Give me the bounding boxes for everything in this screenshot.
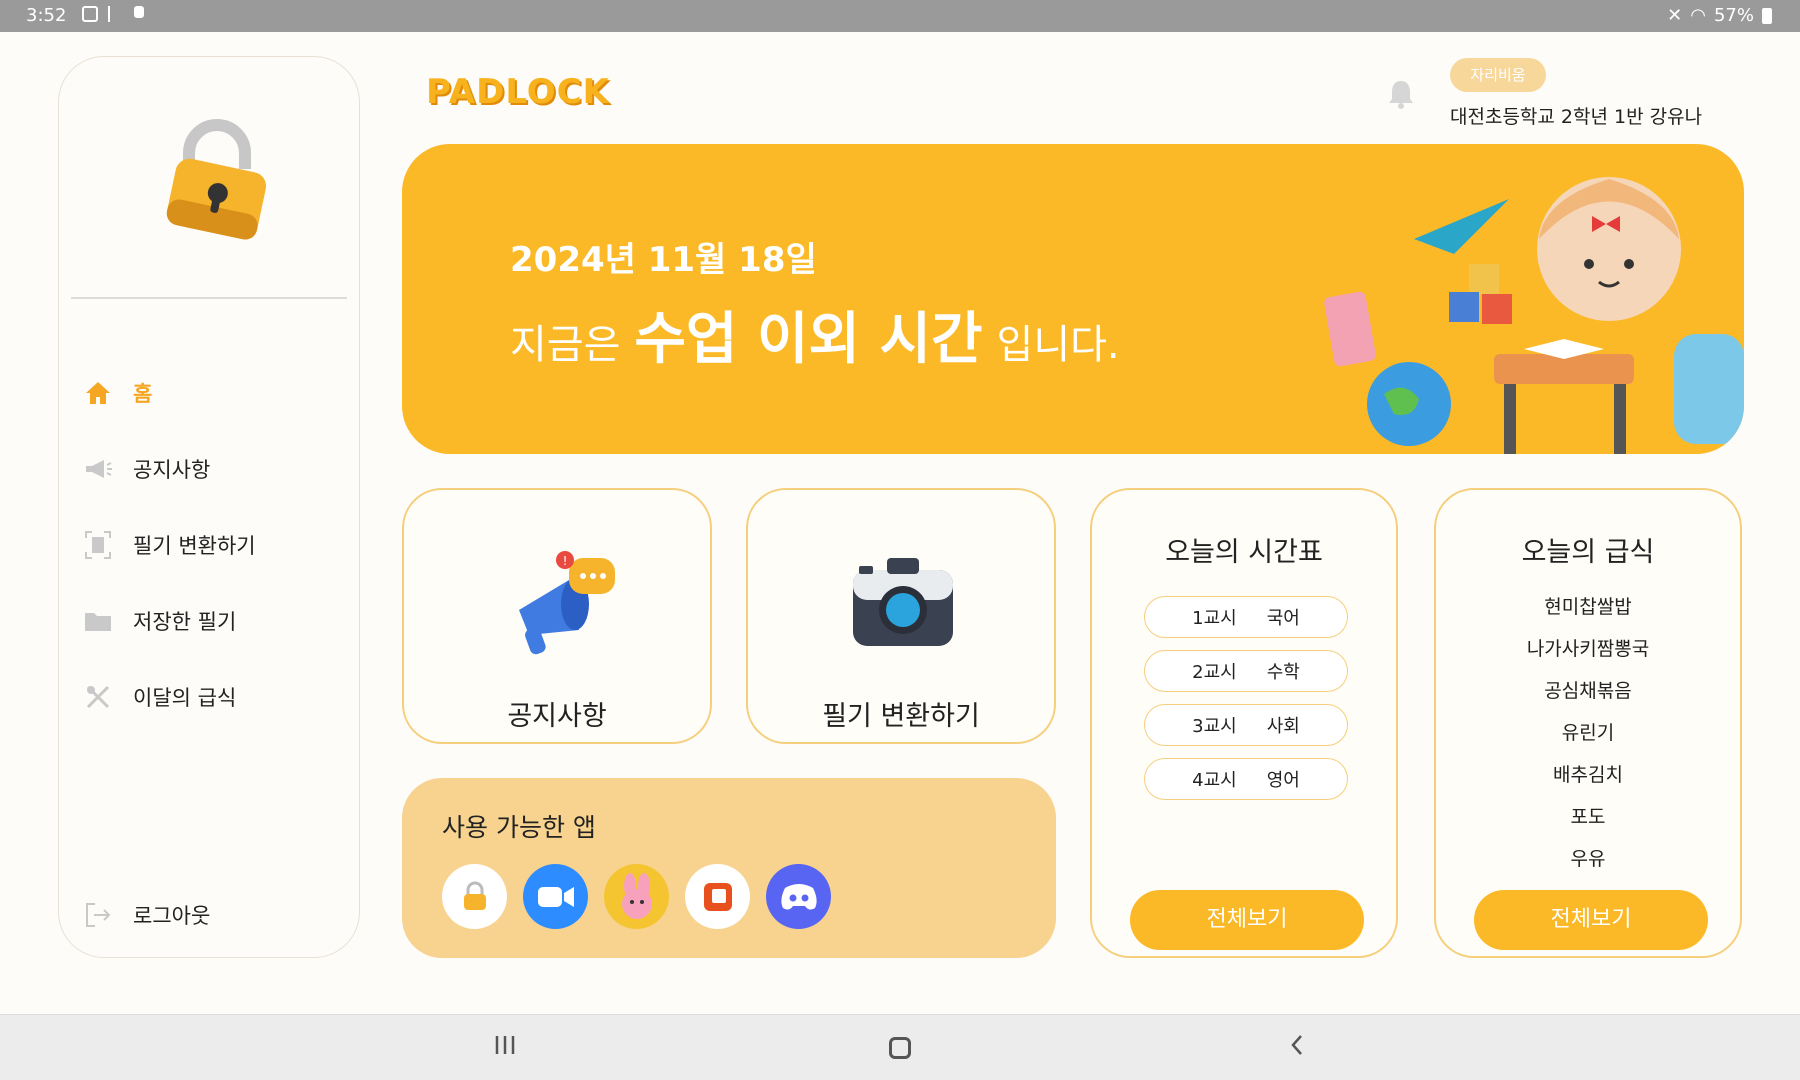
recent-apps-icon xyxy=(495,1036,515,1054)
timetable-card: 오늘의 시간표 1교시 국어 2교시 수학 3교시 사회 4교시 영어 전체보기 xyxy=(1090,488,1398,958)
play-icon xyxy=(108,6,124,22)
timetable-period: 2교시 xyxy=(1192,662,1237,683)
notice-card[interactable]: ! 공지사항 xyxy=(402,488,712,744)
back-nav-button[interactable] xyxy=(1277,1033,1317,1063)
logout-icon xyxy=(83,900,113,930)
available-apps-panel: 사용 가능한 앱 xyxy=(402,778,1056,958)
status-banner: 2024년 11월 18일 지금은 수업 이외 시간 입니다. xyxy=(402,144,1744,454)
timetable-row: 2교시 수학 xyxy=(1144,650,1348,692)
padlock-app-icon[interactable] xyxy=(442,864,507,929)
battery-text: 57% xyxy=(1713,5,1754,26)
meal-item: 유린기 xyxy=(1561,722,1615,744)
banner-suffix: 입니다. xyxy=(996,322,1120,368)
sidebar-item-convert[interactable]: 필기 변환하기 xyxy=(83,527,256,563)
sidebar-item-home[interactable]: 홈 xyxy=(83,375,152,411)
screenshot-icon xyxy=(82,6,98,22)
timetable-subject: 영어 xyxy=(1266,770,1300,791)
meal-item: 나가사키짬뽕국 xyxy=(1526,638,1650,660)
timetable-subject: 수학 xyxy=(1266,662,1300,683)
banner-message: 지금은 수업 이외 시간 입니다. xyxy=(510,294,1120,375)
meal-item: 공심채볶음 xyxy=(1544,680,1632,702)
timetable-row: 4교시 영어 xyxy=(1144,758,1348,800)
discord-app-icon[interactable] xyxy=(766,864,831,929)
meal-item: 우유 xyxy=(1570,848,1606,870)
status-time: 3:52 xyxy=(26,5,67,26)
sidebar-item-label: 홈 xyxy=(133,382,153,406)
sidebar-divider xyxy=(71,297,347,299)
app-icon-list xyxy=(442,864,831,929)
folder-icon xyxy=(83,606,113,636)
meal-title: 오늘의 급식 xyxy=(1521,537,1655,568)
home-nav-icon xyxy=(889,1037,911,1059)
status-right: ✕ ◠ 57% xyxy=(1667,5,1772,26)
timetable-list: 1교시 국어 2교시 수학 3교시 사회 4교시 영어 xyxy=(1144,596,1348,812)
convert-card[interactable]: 필기 변환하기 xyxy=(746,488,1056,744)
zoom-app-icon[interactable] xyxy=(523,864,588,929)
logout-button[interactable]: 로그아웃 xyxy=(83,897,210,933)
bell-icon[interactable] xyxy=(1386,78,1416,110)
status-notification-icons xyxy=(82,6,144,22)
timetable-period: 4교시 xyxy=(1192,770,1237,791)
brand-logo: PADLOCK xyxy=(426,72,610,112)
megaphone-icon: ! xyxy=(519,551,615,655)
sidebar-item-label: 이달의 급식 xyxy=(133,686,237,710)
meal-item: 배추김치 xyxy=(1553,764,1623,786)
timetable-subject: 사회 xyxy=(1266,716,1300,737)
timetable-row: 3교시 사회 xyxy=(1144,704,1348,746)
sidebar-item-label: 저장한 필기 xyxy=(133,610,237,634)
meal-card: 오늘의 급식 현미찹쌀밥 나가사키짬뽕국 공심채볶음 유린기 배추김치 포도 우… xyxy=(1434,488,1742,958)
scan-icon xyxy=(83,530,113,560)
sidebar-item-notice[interactable]: 공지사항 xyxy=(83,451,210,487)
notice-card-label: 공지사항 xyxy=(507,701,607,732)
wifi-icon: ◠ xyxy=(1690,5,1706,26)
recent-apps-button[interactable] xyxy=(485,1033,525,1063)
banner-prefix: 지금은 xyxy=(510,322,621,368)
utensils-icon xyxy=(83,682,113,712)
banner-highlight: 수업 이외 시간 xyxy=(634,307,983,372)
status-bar: 3:52 ✕ ◠ 57% xyxy=(0,0,1800,32)
sidebar-item-saved-notes[interactable]: 저장한 필기 xyxy=(83,603,236,639)
sidebar: 홈 공지사항 필기 변환하기 저장한 필기 이달의 급식 로그아웃 xyxy=(58,56,360,958)
student-study-illustration xyxy=(1324,177,1744,454)
sidebar-item-monthly-meal[interactable]: 이달의 급식 xyxy=(83,679,236,715)
apps-title: 사용 가능한 앱 xyxy=(442,813,596,842)
camera-icon xyxy=(853,558,953,646)
timetable-view-all-button[interactable]: 전체보기 xyxy=(1130,890,1364,950)
status-badge: 자리비움 xyxy=(1450,58,1546,92)
home-icon xyxy=(83,378,113,408)
sidebar-item-label: 공지사항 xyxy=(133,458,211,482)
timetable-row: 1교시 국어 xyxy=(1144,596,1348,638)
svg-text:!: ! xyxy=(563,554,568,568)
meal-item: 현미찹쌀밥 xyxy=(1544,596,1632,618)
user-info: 대전초등학교 2학년 1반 강유나 xyxy=(1450,106,1703,128)
bunny-app-icon[interactable] xyxy=(604,864,669,929)
megaphone-icon xyxy=(83,454,113,484)
timetable-title: 오늘의 시간표 xyxy=(1165,537,1323,568)
convert-card-label: 필기 변환하기 xyxy=(822,701,980,732)
back-icon xyxy=(1291,1035,1302,1055)
banner-date: 2024년 11월 18일 xyxy=(510,240,817,280)
mute-icon: ✕ xyxy=(1667,5,1683,26)
system-navigation-bar xyxy=(0,1014,1800,1080)
office-app-icon[interactable] xyxy=(685,864,750,929)
logout-label: 로그아웃 xyxy=(133,904,211,928)
home-nav-button[interactable] xyxy=(880,1033,920,1063)
meal-view-all-button[interactable]: 전체보기 xyxy=(1474,890,1708,950)
timetable-period: 3교시 xyxy=(1192,716,1237,737)
meal-list: 현미찹쌀밥 나가사키짬뽕국 공심채볶음 유린기 배추김치 포도 우유 xyxy=(1436,586,1740,880)
battery-icon xyxy=(1762,7,1772,24)
timetable-period: 1교시 xyxy=(1192,608,1237,629)
meal-item: 포도 xyxy=(1570,806,1606,828)
padlock-logo-icon xyxy=(166,119,267,240)
notification-dot-icon xyxy=(134,6,144,18)
timetable-subject: 국어 xyxy=(1266,608,1300,629)
sidebar-item-label: 필기 변환하기 xyxy=(133,534,256,558)
